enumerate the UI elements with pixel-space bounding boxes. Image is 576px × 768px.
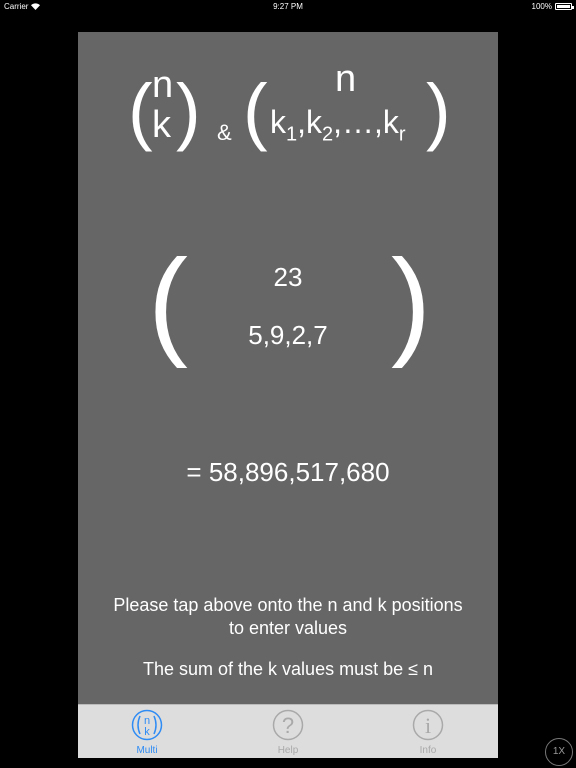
binomial-right-paren: ): [176, 69, 201, 152]
k2-subscript: 2: [322, 123, 334, 146]
kr-letter: k: [382, 104, 399, 140]
input-right-paren: ): [391, 235, 431, 369]
multinomial-k-list: k1,k2,…,kr: [270, 104, 406, 146]
binomial-n: n: [152, 64, 174, 106]
help-icon: ?: [272, 709, 304, 741]
comma: ,: [297, 104, 307, 140]
ellipsis: ,…,: [333, 104, 383, 140]
tab-info[interactable]: i Info: [388, 705, 468, 759]
k2-letter: k: [306, 104, 323, 140]
kr-subscript: r: [398, 123, 406, 146]
k1-subscript: 1: [286, 123, 298, 146]
svg-text:?: ?: [282, 713, 294, 738]
svg-text:k: k: [144, 726, 150, 738]
scale-toggle-button[interactable]: 1X: [545, 738, 573, 766]
constraint-text: The sum of the k values must be ≤ n: [142, 659, 433, 679]
result-value: = 58,896,517,680: [186, 457, 390, 487]
tab-help[interactable]: ? Help: [248, 705, 328, 759]
status-time: 9:27 PM: [273, 2, 303, 11]
ampersand: &: [217, 120, 232, 145]
input-left-paren: (: [148, 235, 188, 369]
formula-header: ( n k ) & ( n k1,k2,…,kr ): [78, 32, 498, 172]
battery-group: 100%: [531, 2, 574, 11]
multinomial-right-paren: ): [426, 69, 451, 152]
tab-info-label: Info: [419, 745, 437, 756]
tab-multi-label: Multi: [136, 745, 158, 756]
multinomial-n: n: [335, 58, 357, 100]
binomial-k: k: [152, 104, 171, 146]
status-bar: Carrier 9:27 PM 100%: [0, 0, 576, 14]
svg-text:i: i: [425, 713, 431, 738]
tab-help-label: Help: [277, 745, 299, 756]
info-icon: i: [412, 709, 444, 741]
battery-icon: [555, 3, 574, 10]
battery-percent: 100%: [531, 2, 552, 11]
k1-letter: k: [270, 104, 286, 140]
calculator-panel: ( n k ) & ( n k1,k2,…,kr ) ( ) 23 5,9,2,…: [78, 32, 498, 758]
tab-multi[interactable]: n k Multi: [107, 705, 187, 759]
binomial-icon: n k: [131, 709, 163, 741]
tab-bar: n k Multi ? Help i Info: [78, 704, 498, 758]
binomial-left-paren: (: [128, 69, 153, 152]
k-input[interactable]: 5,9,2,7: [198, 320, 378, 351]
instruction-text: Please tap above onto the n and k positi…: [113, 595, 463, 638]
multinomial-left-paren: (: [243, 69, 268, 152]
n-input[interactable]: 23: [208, 262, 368, 293]
